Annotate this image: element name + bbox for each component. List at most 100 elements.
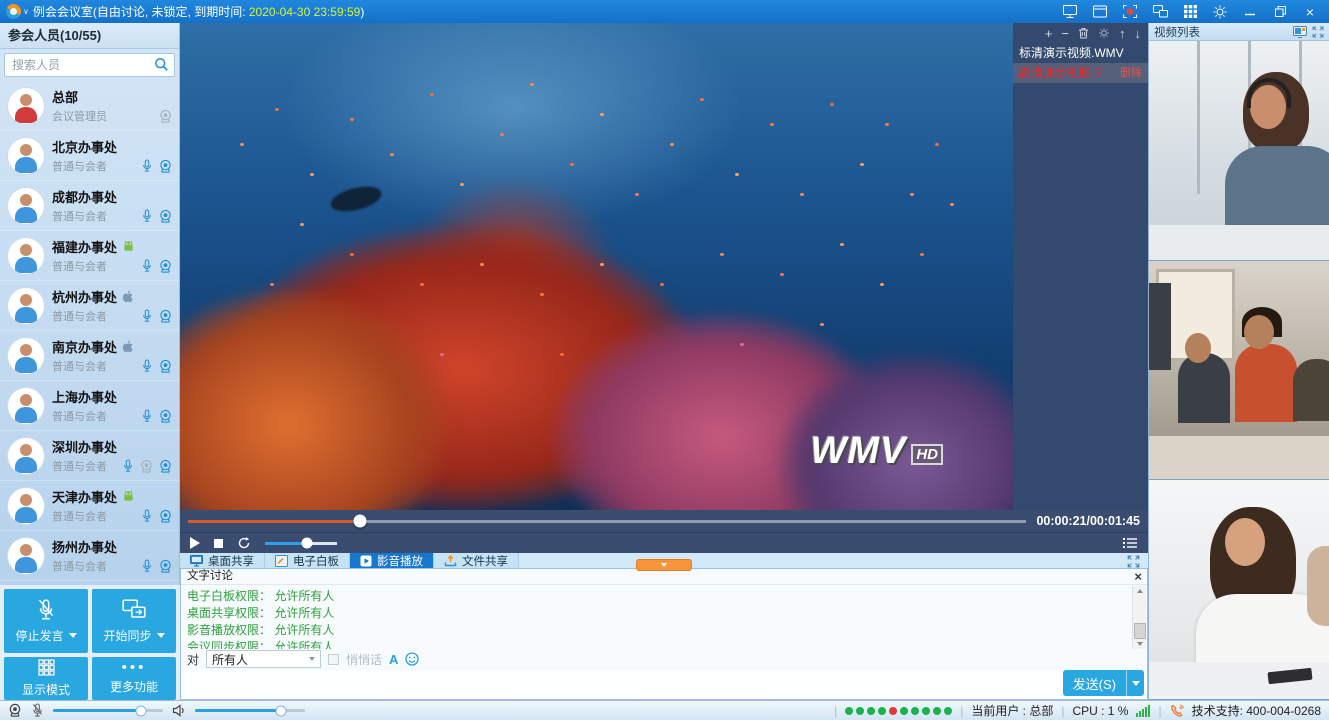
mic-volume-thumb[interactable] <box>136 705 147 716</box>
emoji-button[interactable] <box>405 652 419 666</box>
display-mode-button[interactable]: 显示模式 <box>4 657 88 700</box>
mic-icon[interactable] <box>141 408 153 424</box>
mic-volume-slider[interactable] <box>53 709 163 712</box>
panel-expand-icon[interactable] <box>1312 26 1324 38</box>
send-video-icon[interactable] <box>1151 4 1169 20</box>
search-input[interactable] <box>4 53 175 77</box>
tab-media-playback[interactable]: 影音播放 <box>350 553 434 569</box>
mic-icon[interactable] <box>141 508 153 524</box>
participant-row[interactable]: 南京办事处 普通与会者 <box>0 331 180 381</box>
mic-muted-status-icon[interactable] <box>31 703 44 718</box>
font-style-button[interactable]: A <box>389 652 398 667</box>
mic-icon[interactable] <box>141 308 153 324</box>
layout-grid-icon[interactable] <box>1181 4 1199 20</box>
participant-row[interactable]: 天津办事处 普通与会者 <box>0 481 180 531</box>
playlist-settings-icon[interactable] <box>1098 27 1110 39</box>
webcam-icon[interactable] <box>159 159 172 174</box>
search-icon[interactable] <box>154 57 169 72</box>
video-wall-icon[interactable] <box>1293 26 1307 38</box>
participant-row[interactable]: 上海办事处 普通与会者 <box>0 381 180 431</box>
fullscreen-expand-icon[interactable] <box>1127 553 1148 569</box>
whisper-checkbox[interactable] <box>328 654 339 665</box>
webcam-icon[interactable] <box>159 509 172 524</box>
participant-row[interactable]: 北京办事处 普通与会者 <box>0 131 180 181</box>
playlist-add-icon[interactable]: + <box>1045 27 1053 40</box>
participant-row[interactable]: 成都办事处 普通与会者 <box>0 181 180 231</box>
video-thumbnail-1[interactable] <box>1149 41 1329 261</box>
chat-scrollbar[interactable] <box>1132 586 1146 649</box>
close-button[interactable]: × <box>1301 4 1319 20</box>
apple-icon <box>122 340 134 354</box>
chat-collapse-handle[interactable] <box>636 559 692 571</box>
webcam-icon[interactable] <box>159 459 172 474</box>
loop-button[interactable] <box>237 536 251 550</box>
tab-whiteboard[interactable]: 电子白板 <box>265 553 350 569</box>
stop-button[interactable] <box>214 539 223 548</box>
mic-icon[interactable] <box>141 208 153 224</box>
playlist-item[interactable]: 高清演示视频-720P.wmv 删除 <box>1013 63 1148 83</box>
chat-message-input[interactable] <box>182 670 1146 699</box>
playlist-item[interactable]: 标清演示视频.WMV <box>1013 43 1148 63</box>
speaker-volume-slider[interactable] <box>195 709 305 712</box>
playlist-delete-icon[interactable] <box>1078 27 1089 39</box>
webcam-disabled-icon[interactable] <box>140 459 153 474</box>
scroll-thumb[interactable] <box>1134 623 1146 639</box>
chevron-down-icon[interactable]: ∨ <box>23 7 29 16</box>
participant-row[interactable]: 深圳办事处 普通与会者 <box>0 431 180 481</box>
video-thumbnail-3[interactable] <box>1149 480 1329 700</box>
minimize-button[interactable] <box>1241 4 1259 20</box>
webcam-icon[interactable] <box>159 409 172 424</box>
video-thumbnail-2[interactable] <box>1149 261 1329 481</box>
mic-icon[interactable] <box>141 558 153 574</box>
seek-bar[interactable] <box>188 520 1026 523</box>
send-button[interactable]: 发送(S) <box>1063 670 1144 696</box>
start-sync-label: 开始同步 <box>103 627 151 644</box>
more-functions-button[interactable]: ••• 更多功能 <box>92 657 176 700</box>
participant-row[interactable]: 总部 会议管理员 <box>0 81 180 131</box>
tab-file-share[interactable]: 文件共享 <box>434 553 519 569</box>
volume-slider[interactable] <box>265 542 337 545</box>
avatar <box>8 388 44 424</box>
participant-name: 成都办事处 <box>52 187 117 206</box>
app-logo-icon[interactable] <box>6 4 21 19</box>
playlist-item-delete-link[interactable]: 删除 <box>1120 63 1142 83</box>
mic-icon[interactable] <box>141 158 153 174</box>
stop-speaking-button[interactable]: 停止发言 <box>4 589 88 653</box>
webcam-icon[interactable] <box>159 559 172 574</box>
participant-row[interactable]: 扬州办事处 普通与会者 <box>0 531 180 581</box>
mic-icon[interactable] <box>141 358 153 374</box>
play-button[interactable] <box>190 537 200 549</box>
move-down-icon[interactable]: ↓ <box>1135 27 1142 40</box>
seek-thumb[interactable] <box>353 515 366 528</box>
chat-message-list: 电子白板权限： 允许所有人 桌面共享权限： 允许所有人 影音播放权限： 允许所有… <box>181 586 1131 649</box>
move-up-icon[interactable]: ↑ <box>1119 27 1126 40</box>
screen-share-icon[interactable] <box>1061 4 1079 20</box>
participant-row[interactable]: 杭州办事处 普通与会者 <box>0 281 180 331</box>
recipient-select[interactable]: 所有人 <box>206 650 321 668</box>
scroll-down-arrow[interactable] <box>1133 639 1147 649</box>
mic-icon[interactable] <box>141 258 153 274</box>
volume-thumb[interactable] <box>301 538 312 549</box>
webcam-disabled-icon[interactable] <box>159 109 172 124</box>
webcam-status-icon[interactable] <box>8 703 22 718</box>
speaker-icon[interactable] <box>172 704 186 717</box>
webcam-icon[interactable] <box>159 359 172 374</box>
speaker-volume-thumb[interactable] <box>275 705 286 716</box>
window-share-icon[interactable] <box>1091 4 1109 20</box>
send-options-arrow[interactable] <box>1127 681 1144 686</box>
record-icon[interactable] <box>1121 4 1139 20</box>
playlist-toggle-icon[interactable] <box>1122 537 1138 549</box>
start-sync-button[interactable]: 开始同步 <box>92 589 176 653</box>
mic-icon[interactable] <box>122 458 134 474</box>
settings-gear-icon[interactable] <box>1211 4 1229 20</box>
participant-row[interactable]: 福建办事处 普通与会者 <box>0 231 180 281</box>
restore-button[interactable] <box>1271 4 1289 20</box>
tab-desktop-share[interactable]: 桌面共享 <box>180 553 265 569</box>
playlist-remove-icon[interactable]: − <box>1061 27 1069 40</box>
connection-dots <box>845 707 952 715</box>
scroll-up-arrow[interactable] <box>1133 586 1147 596</box>
webcam-icon[interactable] <box>159 309 172 324</box>
webcam-icon[interactable] <box>159 259 172 274</box>
chat-close-icon[interactable]: × <box>1134 569 1142 584</box>
webcam-icon[interactable] <box>159 209 172 224</box>
